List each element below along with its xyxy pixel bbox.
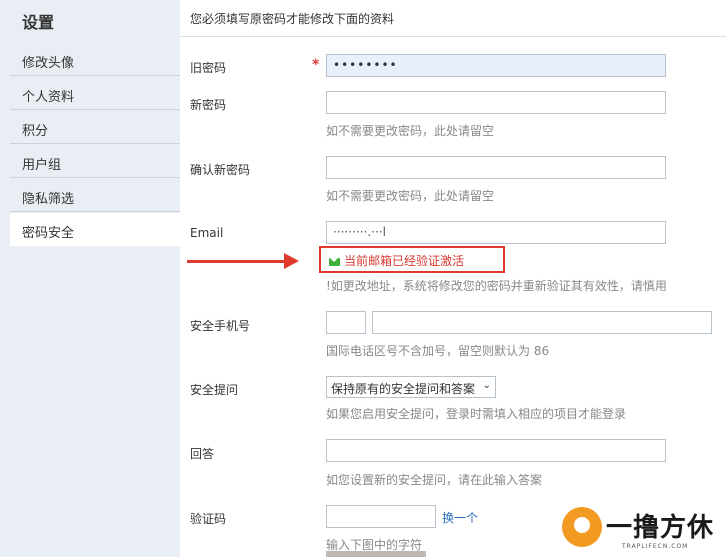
email-input[interactable]: ·········.···l — [326, 221, 666, 244]
logo-icon — [562, 507, 602, 547]
sidebar-title: 设置 — [22, 13, 55, 32]
email-value: ·········.···l — [333, 225, 386, 239]
phone-number-input[interactable] — [372, 311, 712, 334]
mail-icon — [329, 257, 340, 266]
new-password-label: 新密码 — [190, 98, 227, 112]
sidebar-item-password-security[interactable]: 密码安全 — [10, 213, 180, 246]
email-label: Email — [190, 226, 224, 240]
answer-hint: 如您设置新的安全提问，请在此输入答案 — [326, 473, 543, 487]
confirm-password-hint: 如不需要更改密码，此处请留空 — [326, 189, 495, 203]
annotation-arrow — [187, 260, 287, 263]
settings-sidebar: 设置 修改头像 个人资料 积分 用户组 隐私筛选 密码安全 — [0, 0, 180, 557]
sidebar-item-credits[interactable]: 积分 — [10, 111, 180, 144]
new-password-hint: 如不需要更改密码，此处请留空 — [326, 124, 495, 138]
sidebar-item-privacy[interactable]: 隐私筛选 — [10, 179, 180, 212]
old-password-input[interactable]: •••••••• — [326, 54, 666, 77]
new-password-input[interactable] — [326, 91, 666, 114]
captcha-refresh-link[interactable]: 换一个 — [442, 509, 478, 526]
annotation-arrow-head — [284, 253, 299, 269]
sidebar-item-avatar[interactable]: 修改头像 — [10, 43, 180, 76]
required-mark: * — [312, 57, 320, 73]
phone-label: 安全手机号 — [190, 319, 251, 333]
security-question-select[interactable]: 保持原有的安全提问和答案 ⌄ — [326, 376, 496, 398]
watermark-text: 一撸方休 — [606, 513, 715, 543]
security-question-selected: 保持原有的安全提问和答案 — [331, 382, 476, 396]
phone-hint: 国际电话区号不含加号，留空则默认为 86 — [326, 344, 550, 358]
phone-country-code-input[interactable] — [326, 311, 366, 334]
captcha-label: 验证码 — [190, 512, 227, 526]
confirm-password-input[interactable] — [326, 156, 666, 179]
security-question-hint: 如果您启用安全提问，登录时需填入相应的项目才能登录 — [326, 407, 627, 421]
watermark-subtext: TRAPLIFECN.COM — [622, 543, 689, 550]
email-hint: !如更改地址，系统将修改您的密码并重新验证其有效性，请慎用 — [326, 279, 667, 293]
divider — [180, 36, 726, 37]
watermark-logo: 一撸方休 TRAPLIFECN.COM — [560, 505, 726, 557]
old-password-label: 旧密码 — [190, 61, 227, 75]
form-intro: 您必须填写原密码才能修改下面的资料 — [190, 12, 395, 26]
security-question-label: 安全提问 — [190, 383, 239, 397]
sidebar-item-usergroup[interactable]: 用户组 — [10, 145, 180, 178]
email-verified-badge: 当前邮箱已经验证激活 — [319, 246, 505, 273]
captcha-input[interactable] — [326, 505, 436, 528]
confirm-password-label: 确认新密码 — [190, 163, 251, 177]
answer-input[interactable] — [326, 439, 666, 462]
captcha-image[interactable] — [326, 551, 426, 557]
email-verified-text: 当前邮箱已经验证激活 — [344, 254, 465, 268]
chevron-down-icon: ⌄ — [482, 380, 491, 391]
sidebar-item-profile[interactable]: 个人资料 — [10, 77, 180, 110]
answer-label: 回答 — [190, 447, 215, 461]
